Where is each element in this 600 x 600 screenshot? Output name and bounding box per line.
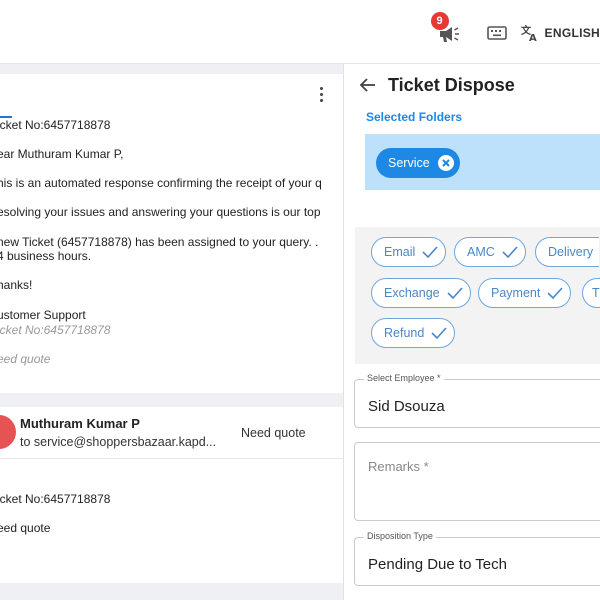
folder-option-label: Delivery (548, 245, 594, 259)
employee-select-label: Select Employee * (364, 373, 444, 383)
email-line: ear Muthuram Kumar P, (0, 147, 124, 161)
reply-line: eed quote (0, 521, 51, 535)
back-arrow-icon[interactable] (358, 75, 378, 95)
folder-option-amc[interactable]: AMC (454, 237, 526, 267)
email-line: icket No:6457718878 (0, 323, 111, 337)
folder-option-label: Refund (384, 326, 425, 340)
employee-select-value: Sid Dsouza (368, 398, 445, 415)
panel-header: Ticket Dispose (344, 64, 600, 108)
check-icon (447, 287, 463, 300)
reply-header[interactable]: Muthuram Kumar P to service@shoppersbaza… (0, 407, 343, 459)
check-icon (422, 246, 438, 259)
more-options-icon[interactable] (313, 84, 329, 104)
email-line: ustomer Support (0, 308, 86, 322)
folder-option-label: Payment (491, 286, 541, 300)
sender-name: Muthuram Kumar P (20, 416, 140, 431)
folder-option-email[interactable]: Email (371, 237, 447, 267)
folder-option-exchange[interactable]: Exchange (371, 278, 471, 308)
folder-option-label: Email (384, 245, 416, 259)
email-reply: Muthuram Kumar P to service@shoppersbaza… (0, 407, 343, 583)
translate-icon: 文 A (521, 24, 537, 42)
remarks-field[interactable]: Remarks * (354, 442, 600, 521)
panel-title: Ticket Dispose (388, 75, 515, 95)
reply-line: icket No:6457718878 (0, 492, 111, 506)
email-line: esolving your issues and answering your … (0, 205, 321, 219)
svg-text:A: A (529, 33, 537, 42)
remove-chip-icon[interactable] (437, 155, 454, 171)
keyboard-icon[interactable] (486, 26, 507, 40)
folder-option-label: Exchange (384, 286, 440, 300)
notification-badge: 9 (430, 12, 449, 30)
folder-options: Email AMC Delivery Exchange Payment T Re… (355, 227, 600, 364)
email-thread: icket No:6457718878 ear Muthuram Kumar P… (0, 64, 343, 600)
avatar (0, 415, 16, 449)
ticket-dispose-panel: Ticket Dispose Selected Folders Service … (343, 64, 600, 600)
disposition-type-label: Disposition Type (364, 531, 436, 541)
employee-select[interactable]: Select Employee * Sid Dsouza (354, 373, 600, 428)
folder-option-refund[interactable]: Refund (371, 318, 456, 348)
email-line: eed quote (0, 352, 51, 366)
check-icon (547, 287, 563, 300)
email-line: his is an automated response confirming … (0, 176, 322, 190)
top-bar: 9 文 A ENGLISH (0, 0, 600, 64)
check-icon (502, 246, 518, 259)
folder-option-payment[interactable]: Payment (478, 278, 572, 308)
selected-folder-label: Service (388, 156, 430, 170)
selected-folder-chip[interactable]: Service (376, 148, 460, 178)
check-icon (431, 327, 447, 340)
selected-folders-area: Service (365, 134, 600, 190)
disposition-type-value: Pending Due to Tech (368, 556, 507, 573)
folder-option-label: AMC (467, 245, 495, 259)
reply-subject: Need quote (241, 426, 306, 440)
language-selector[interactable]: 文 A ENGLISH (521, 24, 600, 42)
selected-folders-label: Selected Folders (366, 110, 463, 124)
disposition-type-select[interactable]: Disposition Type Pending Due to Tech (354, 531, 600, 586)
email-line: icket No:6457718878 (0, 118, 111, 132)
email-line: new Ticket (6457718878) has been assigne… (0, 235, 319, 249)
recipient: to service@shoppersbazaar.kapd... (20, 435, 217, 449)
folder-option-delivery[interactable]: Delivery (535, 237, 600, 267)
language-label: ENGLISH (544, 26, 600, 40)
announcement-button[interactable]: 9 (430, 12, 463, 48)
email-line: hanks! (0, 278, 33, 292)
folder-option-t[interactable]: T (582, 278, 600, 308)
folder-option-label: T (592, 286, 600, 300)
email-message: icket No:6457718878 ear Muthuram Kumar P… (0, 74, 343, 393)
top-bar-actions: 9 文 A ENGLISH (430, 12, 600, 48)
remarks-placeholder: Remarks * (368, 459, 429, 474)
email-line: 4 business hours. (0, 249, 92, 263)
